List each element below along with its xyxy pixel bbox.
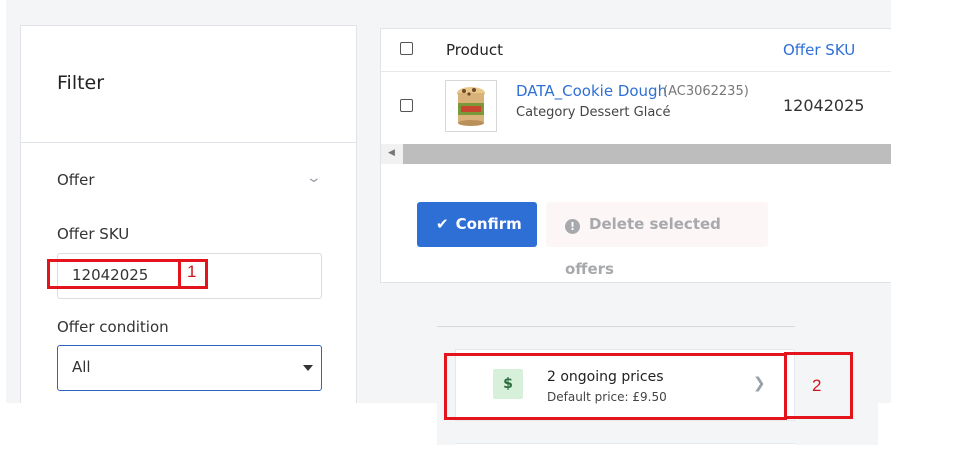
delete-label: Delete selected offers [565,215,721,278]
annotation-label-2: 2 [812,376,822,395]
confirm-button[interactable]: ✔ Confirm [417,202,537,247]
offer-condition-label: Offer condition [57,318,169,336]
offer-section-label[interactable]: Offer [57,171,95,189]
checkmark-icon: ✔ [436,215,449,233]
column-header-offer-sku[interactable]: Offer SKU [783,41,855,59]
offer-condition-select[interactable]: All [57,345,322,391]
scroll-left-arrow-icon[interactable]: ◀ [388,148,395,158]
chevron-down-icon[interactable]: ⌄ [306,170,322,186]
annotation-label-1: 1 [187,262,197,281]
row-offer-sku: 12042025 [783,96,865,115]
annotation-box-1-left [47,259,181,289]
offer-condition-value: All [72,358,91,376]
annotation-box-2 [444,353,787,420]
offer-sku-label: Offer SKU [57,225,130,243]
row-checkbox[interactable] [400,99,413,112]
table-header-row: Product Offer SKU [381,29,891,72]
filter-panel: Filter Offer ⌄ Offer SKU 12042025 Offer … [20,25,357,403]
scrollbar-thumb[interactable] [403,144,891,164]
caret-down-icon [303,365,313,371]
product-name-link[interactable]: DATA_Cookie Dough [516,82,667,100]
info-icon: ! [565,219,580,234]
filter-divider [21,142,356,143]
section-divider [437,326,795,327]
filter-title: Filter [57,72,105,94]
product-thumbnail [445,80,497,132]
select-all-checkbox[interactable] [400,42,413,55]
product-code: (AC3062235) [663,84,749,99]
delete-selected-offers-button[interactable]: ! Delete selected offers [546,202,768,278]
column-header-product[interactable]: Product [446,41,503,59]
offers-table-card: Product Offer SKU DATA_Cookie Dough (AC3… [380,28,891,283]
next-card [455,443,795,454]
horizontal-scrollbar[interactable]: ◀ [381,144,891,164]
confirm-label: Confirm [455,215,522,233]
product-category: Category Dessert Glacé [516,105,671,120]
